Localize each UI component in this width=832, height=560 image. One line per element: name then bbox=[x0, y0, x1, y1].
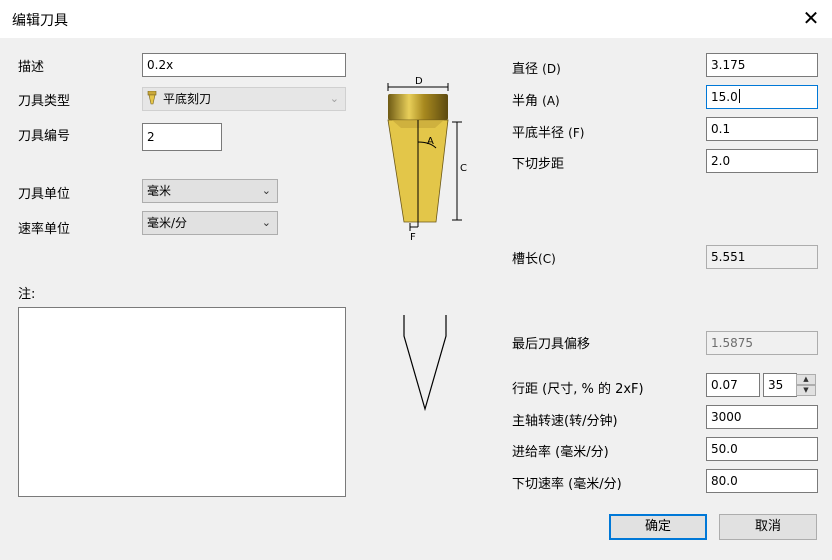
engraving-tool-icon bbox=[147, 91, 157, 105]
flat-radius-input[interactable]: 0.1 bbox=[706, 117, 818, 141]
chevron-down-icon: ⌄ bbox=[261, 216, 271, 229]
stepover-input[interactable]: 0.07 bbox=[706, 373, 760, 397]
cancel-button[interactable]: 取消 bbox=[719, 514, 817, 540]
ok-button[interactable]: 确定 bbox=[609, 514, 707, 540]
half-angle-label: 半角 (A) bbox=[512, 94, 560, 109]
tool-type-select[interactable]: 平底刻刀 ⌄ bbox=[142, 87, 346, 111]
stepover-spinner[interactable]: ▲ ▼ bbox=[796, 374, 816, 396]
tool-unit-label: 刀具单位 bbox=[18, 187, 71, 202]
diameter-input[interactable]: 3.175 bbox=[706, 53, 818, 77]
stepover-percent-input[interactable]: 35 bbox=[763, 373, 797, 397]
stepdown-label: 下切步距 bbox=[512, 157, 565, 172]
spindle-speed-label: 主轴转速(转/分钟) bbox=[512, 414, 618, 429]
notes-textarea[interactable] bbox=[18, 307, 346, 497]
title-bar: 编辑刀具 ✕ bbox=[0, 0, 832, 38]
rate-unit-value: 毫米/分 bbox=[147, 216, 188, 230]
rate-unit-select[interactable]: 毫米/分 ⌄ bbox=[142, 211, 278, 235]
rate-unit-label: 速率单位 bbox=[18, 222, 71, 237]
half-angle-input[interactable]: 15.0 bbox=[706, 85, 818, 109]
tool-diagram: D A C F bbox=[387, 76, 467, 242]
last-offset-field: 1.5875 bbox=[706, 331, 818, 355]
feed-rate-label: 进给率 (毫米/分) bbox=[512, 445, 609, 460]
spin-up-icon[interactable]: ▲ bbox=[796, 374, 816, 385]
diagram-label-f: F bbox=[410, 232, 416, 242]
diagram-label-d: D bbox=[415, 76, 423, 87]
tool-unit-select[interactable]: 毫米 ⌄ bbox=[142, 179, 278, 203]
tool-profile-diagram bbox=[403, 315, 447, 412]
flute-length-field: 5.551 bbox=[706, 245, 818, 269]
tool-unit-value: 毫米 bbox=[147, 184, 172, 198]
description-input[interactable]: 0.2x bbox=[142, 53, 346, 77]
flat-radius-label: 平底半径 (F) bbox=[512, 126, 585, 141]
feed-rate-input[interactable]: 50.0 bbox=[706, 437, 818, 461]
spin-down-icon[interactable]: ▼ bbox=[796, 385, 816, 396]
diameter-label: 直径 (D) bbox=[512, 62, 561, 77]
chevron-down-icon: ⌄ bbox=[329, 92, 339, 105]
plunge-rate-label: 下切速率 (毫米/分) bbox=[512, 477, 622, 492]
tool-type-value: 平底刻刀 bbox=[163, 92, 212, 106]
diagram-label-a: A bbox=[427, 136, 434, 147]
tool-type-label: 刀具类型 bbox=[18, 94, 71, 109]
tool-number-input[interactable]: 2 bbox=[142, 123, 222, 151]
chevron-down-icon: ⌄ bbox=[261, 184, 271, 197]
stepdown-input[interactable]: 2.0 bbox=[706, 149, 818, 173]
last-offset-label: 最后刀具偏移 bbox=[512, 337, 591, 352]
diagram-label-c: C bbox=[460, 163, 467, 174]
stepover-label: 行距 (尺寸, % 的 2xF) bbox=[512, 382, 644, 397]
close-icon[interactable]: ✕ bbox=[800, 7, 822, 29]
plunge-rate-input[interactable]: 80.0 bbox=[706, 469, 818, 493]
notes-label: 注: bbox=[18, 287, 36, 302]
spindle-speed-input[interactable]: 3000 bbox=[706, 405, 818, 429]
description-label: 描述 bbox=[18, 60, 45, 75]
text-caret bbox=[738, 89, 740, 103]
window-title: 编辑刀具 bbox=[12, 13, 68, 29]
tool-number-label: 刀具编号 bbox=[18, 129, 71, 144]
flute-length-label: 槽长(C) bbox=[512, 252, 556, 267]
